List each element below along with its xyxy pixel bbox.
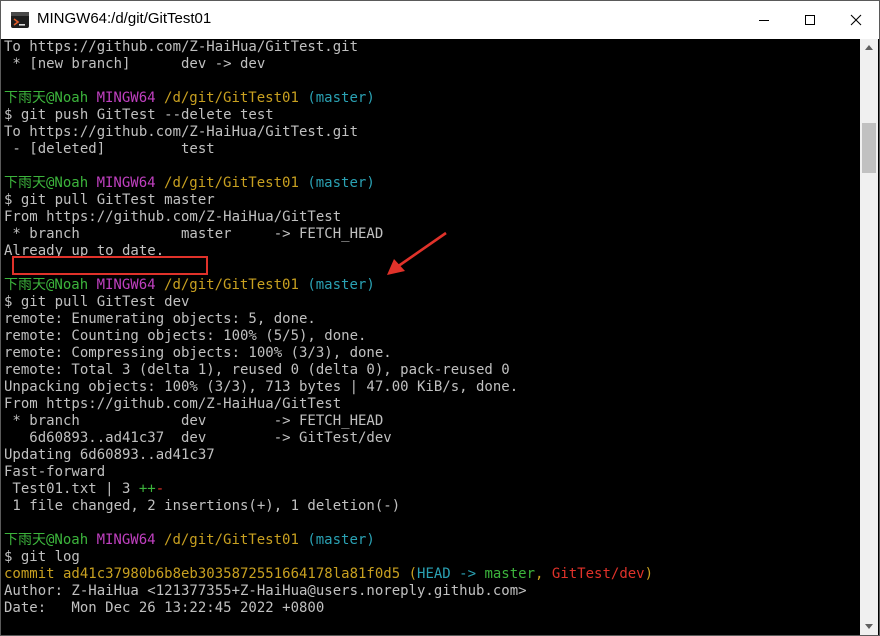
terminal-text: HEAD ->: [417, 566, 485, 582]
terminal-text: 下雨天@Noah: [4, 90, 97, 106]
close-icon: [850, 14, 862, 26]
terminal-line: Author: Z-HaiHua <121377355+Z-HaiHua@use…: [1, 583, 860, 600]
terminal-text: ): [644, 566, 654, 582]
terminal-line: remote: Total 3 (delta 1), reused 0 (del…: [1, 362, 860, 379]
terminal-text: ++: [138, 481, 156, 497]
terminal-text: -: [155, 481, 165, 497]
terminal-text: 下雨天@Noah: [4, 277, 97, 293]
terminal-text: /d/git/GitTest01: [164, 532, 308, 548]
terminal-text: Unpacking objects: 100% (3/3), 713 bytes…: [4, 379, 519, 395]
terminal-text: GitTest/dev: [551, 566, 645, 582]
terminal-line: $ git push GitTest --delete test: [1, 107, 860, 124]
terminal-line: 下雨天@Noah MINGW64 /d/git/GitTest01 (maste…: [1, 90, 860, 107]
terminal-text: Updating 6d60893..ad41c37: [4, 447, 215, 463]
terminal-line: Date: Mon Dec 26 13:22:45 2022 +0800: [1, 600, 860, 617]
terminal-line: - [deleted] test: [1, 141, 860, 158]
terminal-line: $ git log: [1, 549, 860, 566]
terminal-text: $ git pull GitTest master: [4, 192, 215, 208]
scroll-down-button[interactable]: [860, 618, 878, 635]
terminal-text: $ git push GitTest --delete test: [4, 107, 274, 123]
terminal-line: 下雨天@Noah MINGW64 /d/git/GitTest01 (maste…: [1, 175, 860, 192]
terminal-text: Test01.txt | 3: [4, 481, 139, 497]
terminal-text: remote: Counting objects: 100% (5/5), do…: [4, 328, 367, 344]
terminal-text: Fast-forward: [4, 464, 106, 480]
terminal-text: remote: Total 3 (delta 1), reused 0 (del…: [4, 362, 510, 378]
terminal-text: - [deleted] test: [4, 141, 215, 157]
terminal-line: $ git pull GitTest dev: [1, 294, 860, 311]
terminal-line: Unpacking objects: 100% (3/3), 713 bytes…: [1, 379, 860, 396]
terminal-line: commit ad41c37980b6b8eb3035872551664178l…: [1, 566, 860, 583]
terminal-line: Test01.txt | 3 ++-: [1, 481, 860, 498]
scrollbar-thumb[interactable]: [862, 123, 876, 173]
terminal-line: $ git pull GitTest master: [1, 192, 860, 209]
terminal-line: remote: Compressing objects: 100% (3/3),…: [1, 345, 860, 362]
terminal-line: From https://github.com/Z-HaiHua/GitTest: [1, 209, 860, 226]
terminal-output[interactable]: To https://github.com/Z-HaiHua/GitTest.g…: [1, 39, 860, 635]
terminal-window: MINGW64:/d/git/GitTest01 To https://gith…: [0, 0, 880, 636]
terminal-text: (master): [307, 90, 375, 106]
terminal-text: Date: Mon Dec 26 13:22:45 2022 +0800: [4, 600, 325, 616]
terminal-text: 下雨天@Noah: [4, 175, 97, 191]
minimize-button[interactable]: [741, 1, 787, 39]
highlight-box: [12, 256, 208, 275]
terminal-line: 1 file changed, 2 insertions(+), 1 delet…: [1, 498, 860, 515]
terminal-text: 下雨天@Noah: [4, 532, 97, 548]
terminal-text: To https://github.com/Z-HaiHua/GitTest.g…: [4, 124, 359, 140]
terminal-text: remote: Enumerating objects: 5, done.: [4, 311, 316, 327]
minimize-icon: [759, 20, 769, 21]
terminal-text: /d/git/GitTest01: [164, 175, 308, 191]
terminal-line: remote: Counting objects: 100% (5/5), do…: [1, 328, 860, 345]
terminal-line: 下雨天@Noah MINGW64 /d/git/GitTest01 (maste…: [1, 277, 860, 294]
terminal-line: * branch dev -> FETCH_HEAD: [1, 413, 860, 430]
terminal-line: Updating 6d60893..ad41c37: [1, 447, 860, 464]
terminal-text: To https://github.com/Z-HaiHua/GitTest.g…: [4, 39, 359, 55]
terminal-text: MINGW64: [96, 90, 165, 106]
terminal-line: To https://github.com/Z-HaiHua/GitTest.g…: [1, 124, 860, 141]
terminal-text: $ git pull GitTest dev: [4, 294, 190, 310]
terminal-text: 6d60893..ad41c37 dev -> GitTest/dev: [4, 430, 392, 446]
terminal-text: MINGW64: [96, 175, 165, 191]
terminal-text: From https://github.com/Z-HaiHua/GitTest: [4, 396, 342, 412]
terminal-line: 6d60893..ad41c37 dev -> GitTest/dev: [1, 430, 860, 447]
terminal-line: Fast-forward: [1, 464, 860, 481]
terminal-text: /d/git/GitTest01: [164, 90, 308, 106]
terminal-text: $ git log: [4, 549, 80, 565]
terminal-text: (master): [307, 277, 375, 293]
title-bar[interactable]: MINGW64:/d/git/GitTest01: [1, 1, 879, 39]
terminal-text: 1 file changed, 2 insertions(+), 1 delet…: [4, 498, 401, 514]
terminal-text: * branch dev -> FETCH_HEAD: [4, 413, 384, 429]
terminal-text: (master): [307, 532, 375, 548]
terminal-text: MINGW64: [96, 277, 165, 293]
terminal-text: master: [484, 566, 536, 582]
terminal-text: (master): [307, 175, 375, 191]
terminal-text: ,: [535, 566, 552, 582]
chevron-down-icon: [865, 624, 873, 629]
terminal-text: (: [408, 566, 418, 582]
vertical-scrollbar[interactable]: [860, 39, 878, 635]
close-button[interactable]: [833, 1, 879, 39]
terminal-text: remote: Compressing objects: 100% (3/3),…: [4, 345, 392, 361]
git-bash-app-icon: [11, 12, 29, 28]
terminal-text: Author: Z-HaiHua <121377355+Z-HaiHua@use…: [4, 583, 527, 599]
window-title: MINGW64:/d/git/GitTest01: [37, 10, 212, 27]
maximize-button[interactable]: [787, 1, 833, 39]
terminal-line: * [new branch] dev -> dev: [1, 56, 860, 73]
scroll-up-button[interactable]: [860, 39, 878, 56]
terminal-line: From https://github.com/Z-HaiHua/GitTest: [1, 396, 860, 413]
terminal-text: From https://github.com/Z-HaiHua/GitTest: [4, 209, 342, 225]
terminal-line: To https://github.com/Z-HaiHua/GitTest.g…: [1, 39, 860, 56]
terminal-line: 下雨天@Noah MINGW64 /d/git/GitTest01 (maste…: [1, 532, 860, 549]
terminal-text: commit ad41c37980b6b8eb3035872551664178l…: [4, 566, 409, 582]
chevron-up-icon: [865, 45, 873, 50]
red-arrow-annotation: [387, 231, 447, 275]
maximize-icon: [805, 15, 815, 25]
terminal-text: * [new branch] dev -> dev: [4, 56, 266, 72]
terminal-text: MINGW64: [96, 532, 165, 548]
terminal-text: * branch master -> FETCH_HEAD: [4, 226, 384, 242]
terminal-text: /d/git/GitTest01: [164, 277, 308, 293]
terminal-line: remote: Enumerating objects: 5, done.: [1, 311, 860, 328]
